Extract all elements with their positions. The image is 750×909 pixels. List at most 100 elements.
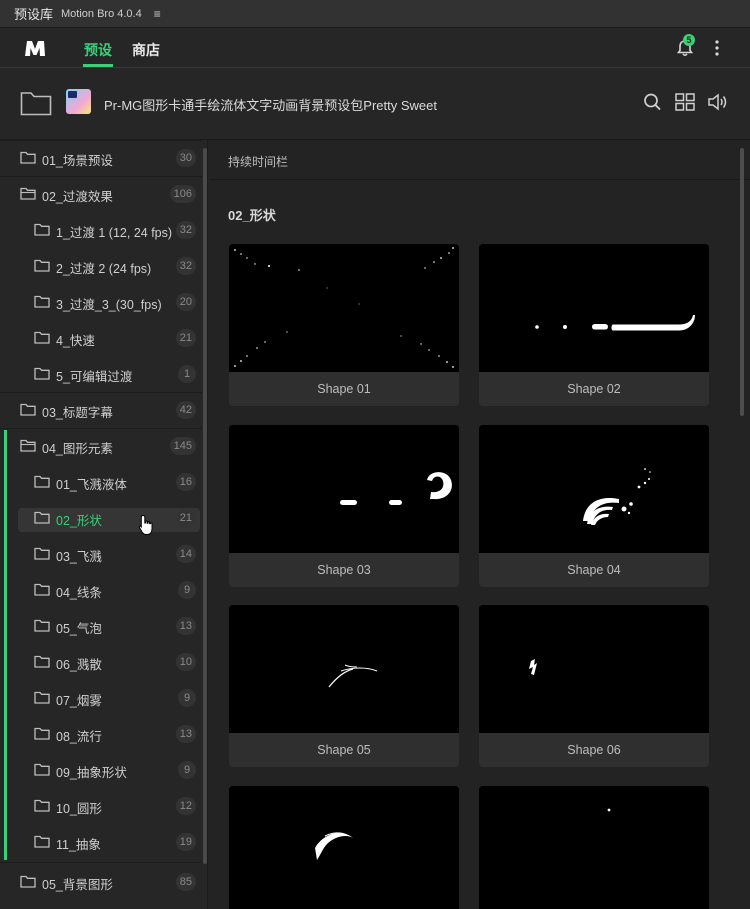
preset-card-shape-01[interactable]: Shape 01 [229,244,459,406]
folder-icon [34,367,50,380]
active-tab-indicator [83,64,113,67]
item-count-badge: 9 [178,689,196,707]
folder-icon [34,223,50,236]
item-count-badge: 145 [169,437,196,455]
sidebar-item-graphic-elements[interactable]: 04_图形元素 145 [0,428,202,464]
preset-card-shape-02[interactable]: Shape 02 [479,244,709,406]
folder-icon [34,691,50,704]
sidebar-item-splash-liquid[interactable]: 01_飞溅液体 16 [0,464,202,500]
item-count-badge: 32 [175,257,196,275]
sidebar-item-label: 09_抽象形状 [56,766,127,780]
item-count-badge: 106 [169,185,196,203]
sidebar-item-lines[interactable]: 04_线条 9 [0,572,202,608]
sidebar-item-label: 01_场景预设 [42,154,113,168]
search-icon[interactable] [642,92,664,112]
sidebar-item-shapes[interactable]: 02_形状 21 [0,500,202,536]
sidebar-item-abstract-shapes[interactable]: 09_抽象形状 9 [0,752,202,788]
sidebar-item-splatter[interactable]: 03_飞溅 14 [0,536,202,572]
content-scrollbar[interactable] [740,148,744,416]
preset-card-shape-06[interactable]: Shape 06 [479,605,709,767]
sidebar-item-editable-transition[interactable]: 5_可编辑过渡 1 [0,356,202,392]
preset-card-shape-03[interactable]: Shape 03 [229,425,459,587]
sidebar-item-scene-presets[interactable]: 01_场景预设 30 [0,140,202,176]
folder-icon [34,511,50,524]
sidebar-item-fast[interactable]: 4_快速 21 [0,320,202,356]
item-count-badge: 42 [175,401,196,419]
sidebar-item-abstract[interactable]: 11_抽象 19 [0,824,202,860]
preset-name: Shape 02 [567,382,621,396]
sidebar-item-label: 2_过渡 2 (24 fps) [56,262,152,276]
pack-bar: Pr-MG图形卡通手绘流体文字动画背景预设包Pretty Sweet [0,68,750,140]
sidebar-item-titles[interactable]: 03_标题字幕 42 [0,392,202,428]
item-count-badge: 21 [175,509,196,527]
sidebar-scrollbar[interactable] [203,148,207,864]
volume-icon[interactable] [707,92,729,112]
sidebar-item-pop[interactable]: 08_流行 13 [0,716,202,752]
sidebar-item-label: 04_线条 [56,586,102,600]
folder-icon [34,655,50,668]
sidebar-item-circles[interactable]: 10_圆形 12 [0,788,202,824]
item-count-badge: 30 [175,149,196,167]
sidebar-item-transition-2[interactable]: 2_过渡 2 (24 fps) 32 [0,248,202,284]
preset-thumbnail [229,244,459,372]
sidebar-item-transition-1[interactable]: 1_过渡 1 (12, 24 fps) 32 [0,212,202,248]
sidebar-item-smoke[interactable]: 07_烟雾 9 [0,680,202,716]
item-count-badge: 1 [178,365,196,383]
sidebar-item-label: 10_圆形 [56,802,102,816]
motion-bro-logo[interactable] [24,38,46,58]
tab-store[interactable]: 商店 [132,40,160,60]
preset-card-shape-07[interactable] [229,786,459,909]
duration-bar[interactable]: 持续时间栏 [210,140,750,180]
sidebar-item-transitions[interactable]: 02_过渡效果 106 [0,176,202,212]
sidebar-item-label: 5_可编辑过渡 [56,370,133,384]
app-header: 预设 商店 5 [0,28,750,68]
sidebar-item-label: 11_抽象 [56,838,101,852]
preset-card-shape-08[interactable] [479,786,709,909]
preset-thumbnail [229,786,459,909]
preset-card-shape-05[interactable]: Shape 05 [229,605,459,767]
folder-icon [34,619,50,632]
sidebar-item-scatter[interactable]: 06_溅散 10 [0,644,202,680]
folder-icon [34,763,50,776]
sidebar-item-transition-3[interactable]: 3_过渡_3_(30_fps) 20 [0,284,202,320]
sidebar-item-label: 03_飞溅 [56,550,102,564]
preset-thumbnail [479,425,709,553]
preset-card-shape-04[interactable]: Shape 04 [479,425,709,587]
preset-thumbnail [229,605,459,733]
item-count-badge: 16 [175,473,196,491]
item-count-badge: 9 [178,761,196,779]
folder-icon [34,259,50,272]
sidebar-item-label: 03_标题字幕 [42,406,113,420]
folder-icon [34,547,50,560]
panel-menu-icon[interactable]: ≡ [154,7,161,21]
item-count-badge: 14 [175,545,196,563]
sidebar-item-label: 07_烟雾 [56,694,102,708]
divider [0,862,202,863]
item-count-badge: 32 [175,221,196,239]
sidebar-item-label: 1_过渡 1 (12, 24 fps) [56,226,173,240]
tab-presets[interactable]: 预设 [84,40,112,60]
folder-icon[interactable] [20,90,52,116]
duration-bar-label: 持续时间栏 [228,155,289,169]
preset-thumbnail [479,786,709,909]
sidebar-item-label: 06_溅散 [56,658,102,672]
folder-open-icon [20,187,36,200]
item-count-badge: 19 [175,833,196,851]
folder-icon [34,835,50,848]
vertical-dots-icon[interactable] [711,38,723,58]
panel-title: 预设库 [14,7,54,22]
item-count-badge: 21 [175,329,196,347]
preset-name: Shape 01 [317,382,371,396]
sidebar-item-label: 05_背景图形 [42,878,113,892]
sidebar-item-bubbles[interactable]: 05_气泡 13 [0,608,202,644]
item-count-badge: 9 [178,581,196,599]
sidebar-item-background-graphics[interactable]: 05_背景图形 85 [0,864,202,900]
sidebar-item-label: 02_形状 [56,514,102,528]
panel-title-bar: 预设库 Motion Bro 4.0.4 ≡ [0,0,750,28]
folder-icon [34,583,50,596]
item-count-badge: 20 [175,293,196,311]
folder-icon [34,475,50,488]
item-count-badge: 10 [175,653,196,671]
grid-view-icon[interactable] [674,92,696,112]
folder-icon [20,403,36,416]
